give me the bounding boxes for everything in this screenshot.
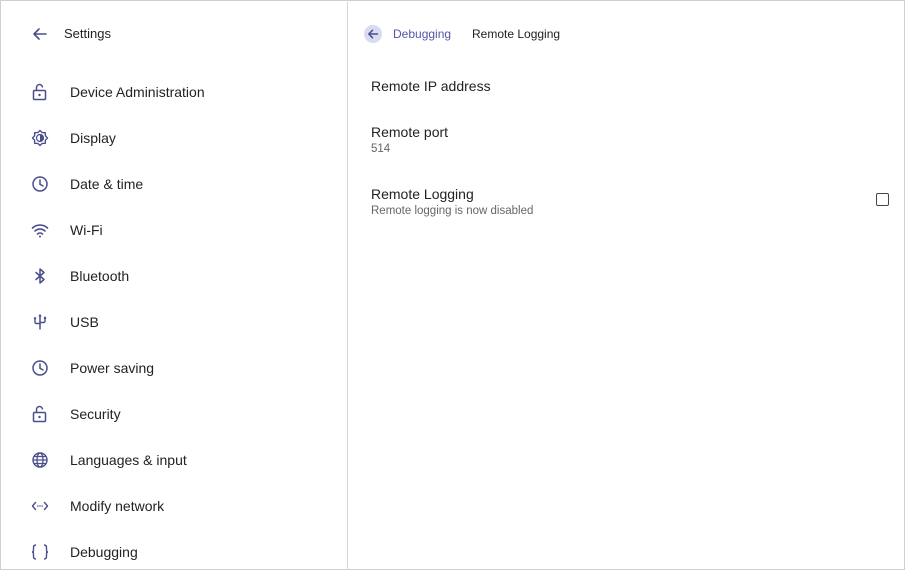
sidebar: Settings Device Administration Display D… xyxy=(2,2,348,570)
sidebar-item-bluetooth[interactable]: Bluetooth xyxy=(2,253,348,299)
clock-icon xyxy=(30,358,50,378)
code-arrows-icon xyxy=(30,496,50,516)
sidebar-item-device-administration[interactable]: Device Administration xyxy=(2,69,348,115)
remote-logging-setting[interactable]: Remote Logging Remote logging is now dis… xyxy=(349,186,905,226)
usb-icon xyxy=(30,312,50,332)
breadcrumb-back-icon[interactable] xyxy=(363,24,383,44)
sidebar-item-debugging[interactable]: Debugging xyxy=(2,529,348,575)
sidebar-item-display[interactable]: Display xyxy=(2,115,348,161)
breadcrumb-current: Remote Logging xyxy=(472,27,561,41)
sidebar-item-label: Bluetooth xyxy=(70,268,130,284)
remote-port-setting[interactable]: Remote port 514 xyxy=(349,124,905,164)
sidebar-item-label: Security xyxy=(70,406,121,422)
sidebar-item-date-time[interactable]: Date & time xyxy=(2,161,348,207)
clock-icon xyxy=(30,174,50,194)
sidebar-item-label: Device Administration xyxy=(70,84,205,100)
sidebar-title: Settings xyxy=(64,26,111,41)
brightness-icon xyxy=(30,128,50,148)
sidebar-item-label: Languages & input xyxy=(70,452,187,468)
sidebar-item-label: Modify network xyxy=(70,498,165,514)
sidebar-item-label: Date & time xyxy=(70,176,144,192)
wifi-icon xyxy=(30,220,50,240)
breadcrumb-parent-link[interactable]: Debugging xyxy=(393,27,451,41)
sidebar-item-languages-input[interactable]: Languages & input xyxy=(2,437,348,483)
back-arrow-icon[interactable] xyxy=(30,24,50,44)
setting-summary: Remote logging is now disabled xyxy=(371,205,534,217)
remote-logging-checkbox[interactable] xyxy=(876,193,889,206)
globe-icon xyxy=(30,450,50,470)
sidebar-item-power-saving[interactable]: Power saving xyxy=(2,345,348,391)
sidebar-item-modify-network[interactable]: Modify network xyxy=(2,483,348,529)
setting-title: Remote IP address xyxy=(371,78,491,94)
sidebar-item-label: Display xyxy=(70,130,116,146)
sidebar-header: Settings xyxy=(2,2,348,66)
remote-ip-address-setting[interactable]: Remote IP address xyxy=(349,78,905,108)
sidebar-item-security[interactable]: Security xyxy=(2,391,348,437)
sidebar-item-usb[interactable]: USB xyxy=(2,299,348,345)
detail-pane: Debugging Remote Logging Remote IP addre… xyxy=(349,2,905,570)
braces-icon xyxy=(30,542,50,562)
sidebar-item-label: USB xyxy=(70,314,99,330)
sidebar-item-label: Wi-Fi xyxy=(70,222,103,238)
setting-title: Remote port xyxy=(371,124,449,140)
sidebar-item-label: Debugging xyxy=(70,544,138,560)
unlock-icon xyxy=(30,82,50,102)
sidebar-item-wifi[interactable]: Wi-Fi xyxy=(2,207,348,253)
settings-window: Settings Device Administration Display D… xyxy=(0,0,905,570)
unlock-icon xyxy=(30,404,50,424)
setting-summary: 514 xyxy=(371,143,391,155)
bluetooth-icon xyxy=(30,266,50,286)
setting-title: Remote Logging xyxy=(371,186,474,202)
sidebar-item-label: Power saving xyxy=(70,360,155,376)
